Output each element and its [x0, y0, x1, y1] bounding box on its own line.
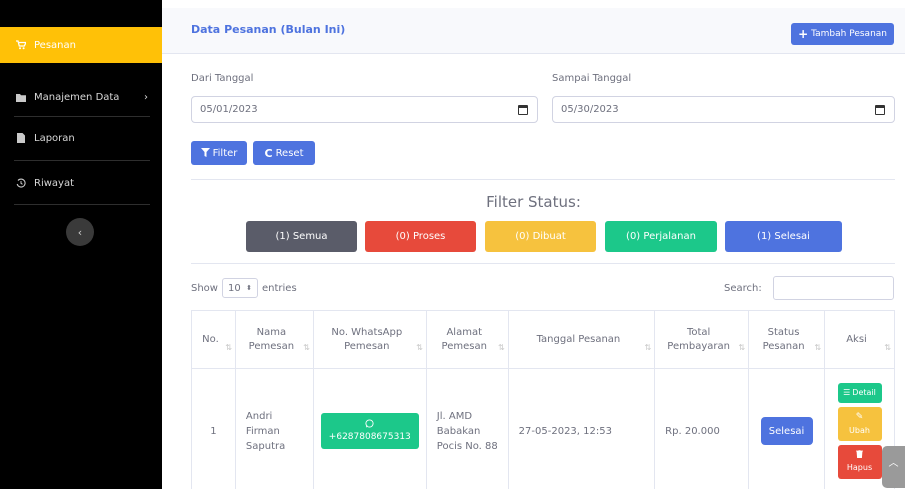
reset-button[interactable]: C Reset — [253, 141, 315, 165]
main-content: Data Pesanan (Bulan Ini) + Tambah Pesana… — [162, 0, 905, 489]
to-date-value: 05/30/2023 — [561, 104, 619, 115]
edit-icon: ✎ — [855, 412, 864, 423]
whatsapp-button[interactable]: +6287808675313 — [320, 413, 419, 449]
add-order-button[interactable]: + Tambah Pesanan — [791, 23, 894, 45]
to-date-input[interactable]: 05/30/2023 — [552, 96, 895, 123]
from-date-input[interactable]: 05/01/2023 — [191, 96, 538, 123]
column-header-total[interactable]: Total Pembayaran ⇅ — [654, 310, 750, 369]
show-label: Show — [191, 282, 218, 294]
sidebar-item-pesanan[interactable]: Pesanan — [0, 27, 162, 63]
sort-icon: ⇅ — [225, 343, 232, 353]
whatsapp-number: +6287808675313 — [328, 432, 411, 442]
calendar-icon[interactable] — [875, 105, 885, 115]
cell-total: Rp. 20.000 — [654, 368, 750, 489]
entries-select[interactable]: 10 ⬍ — [221, 278, 258, 298]
search-input[interactable] — [773, 276, 894, 300]
scroll-to-top-button[interactable]: ︿ — [882, 446, 905, 488]
cell-no: 1 — [191, 368, 236, 489]
column-header-aksi[interactable]: Aksi ⇅ — [824, 310, 895, 369]
sidebar-item-label: Laporan — [34, 132, 75, 144]
cell-alamat: Jl. AMD Babakan Pocis No. 88 — [425, 368, 509, 489]
detail-button[interactable]: ☰ Detail — [837, 383, 882, 403]
select-arrows-icon: ⬍ — [246, 284, 252, 292]
cart-icon — [16, 40, 26, 50]
folder-icon — [16, 92, 26, 102]
redo-icon: C — [264, 146, 273, 160]
column-header-alamat[interactable]: Alamat Pemesan ⇅ — [425, 310, 509, 369]
filter-status-heading: Filter Status: — [486, 193, 581, 211]
cell-tanggal: 27-05-2023, 12:53 — [507, 368, 656, 489]
sort-icon: ⇅ — [884, 343, 891, 353]
sort-icon: ⇅ — [644, 343, 652, 353]
sidebar-item-label: Pesanan — [34, 39, 76, 51]
page-title: Data Pesanan (Bulan Ini) — [191, 23, 346, 36]
list-icon: ☰ — [843, 388, 851, 397]
chevron-up-icon: ︿ — [888, 458, 899, 469]
sidebar-divider — [14, 160, 150, 161]
chevron-right-icon: › — [144, 91, 148, 103]
sort-icon: ⇅ — [814, 343, 822, 353]
sort-icon: ⇅ — [497, 343, 505, 353]
column-header-tanggal[interactable]: Tanggal Pesanan ⇅ — [507, 310, 656, 369]
column-header-status[interactable]: Status Pesanan ⇅ — [748, 310, 826, 369]
table-row: 1 Andri Firman Saputra +6287808675313 Jl… — [191, 368, 895, 489]
status-chip-proses[interactable]: (0) Proses — [365, 221, 476, 252]
filter-button[interactable]: Filter — [191, 141, 247, 165]
delete-button[interactable]: Hapus — [837, 445, 882, 479]
table-header-row: No. ⇅ Nama Pemesan ⇅ No. WhatsApp Pemesan ⇅… — [191, 310, 895, 369]
divider — [191, 263, 895, 264]
divider — [191, 179, 895, 180]
sidebar-divider — [14, 116, 150, 117]
whatsapp-icon — [365, 419, 374, 432]
filter-label: Filter — [212, 147, 238, 159]
sidebar-item-manajemen-data[interactable]: Manajemen Data › — [0, 79, 162, 115]
status-chip-dibuat[interactable]: (0) Dibuat — [485, 221, 596, 252]
sidebar-divider — [14, 204, 150, 205]
history-icon — [16, 178, 26, 188]
status-chip-semua[interactable]: (1) Semua — [246, 221, 357, 252]
sort-icon: ⇅ — [303, 343, 310, 353]
cell-whatsapp: +6287808675313 — [312, 368, 427, 489]
sort-icon: ⇅ — [738, 343, 746, 353]
status-badge: Selesai — [760, 417, 813, 445]
entries-value: 10 — [227, 282, 241, 294]
sidebar: Pesanan Manajemen Data › Laporan Riwayat… — [0, 0, 162, 489]
status-chip-perjalanan[interactable]: (0) Perjalanan — [605, 221, 717, 252]
sidebar-toggle-button[interactable]: ‹ — [66, 218, 94, 246]
sidebar-item-label: Manajemen Data — [34, 91, 120, 103]
from-date-value: 05/01/2023 — [200, 104, 258, 115]
column-header-nama[interactable]: Nama Pemesan ⇅ — [234, 310, 314, 369]
cell-status: Selesai — [748, 368, 826, 489]
funnel-icon — [200, 147, 210, 160]
sidebar-brand — [0, 0, 162, 27]
calendar-icon[interactable] — [518, 105, 528, 115]
search-label: Search: — [724, 283, 762, 294]
entries-label: entries — [261, 282, 297, 294]
from-date-label: Dari Tanggal — [191, 73, 254, 84]
cell-nama: Andri Firman Saputra — [234, 368, 314, 489]
to-date-label: Sampai Tanggal — [552, 73, 632, 84]
column-header-whatsapp[interactable]: No. WhatsApp Pemesan ⇅ — [312, 310, 427, 369]
card-header: Data Pesanan (Bulan Ini) + Tambah Pesana… — [162, 8, 905, 54]
add-order-label: Tambah Pesanan — [811, 29, 887, 39]
entries-length-control: Show 10 ⬍ entries — [191, 278, 297, 298]
chevron-left-icon: ‹ — [77, 225, 83, 239]
orders-table: No. ⇅ Nama Pemesan ⇅ No. WhatsApp Pemesan ⇅… — [191, 310, 895, 489]
sidebar-item-riwayat[interactable]: Riwayat — [0, 165, 162, 201]
trash-icon — [856, 449, 863, 462]
edit-button[interactable]: ✎ Ubah — [837, 407, 882, 441]
plus-icon: + — [798, 27, 809, 41]
reset-label: Reset — [275, 147, 304, 159]
file-icon — [16, 133, 26, 143]
sidebar-item-laporan[interactable]: Laporan — [0, 120, 162, 156]
sidebar-item-label: Riwayat — [34, 177, 74, 189]
column-header-no[interactable]: No. ⇅ — [191, 310, 236, 369]
status-chip-selesai[interactable]: (1) Selesai — [725, 221, 842, 252]
sort-icon: ⇅ — [416, 343, 423, 353]
